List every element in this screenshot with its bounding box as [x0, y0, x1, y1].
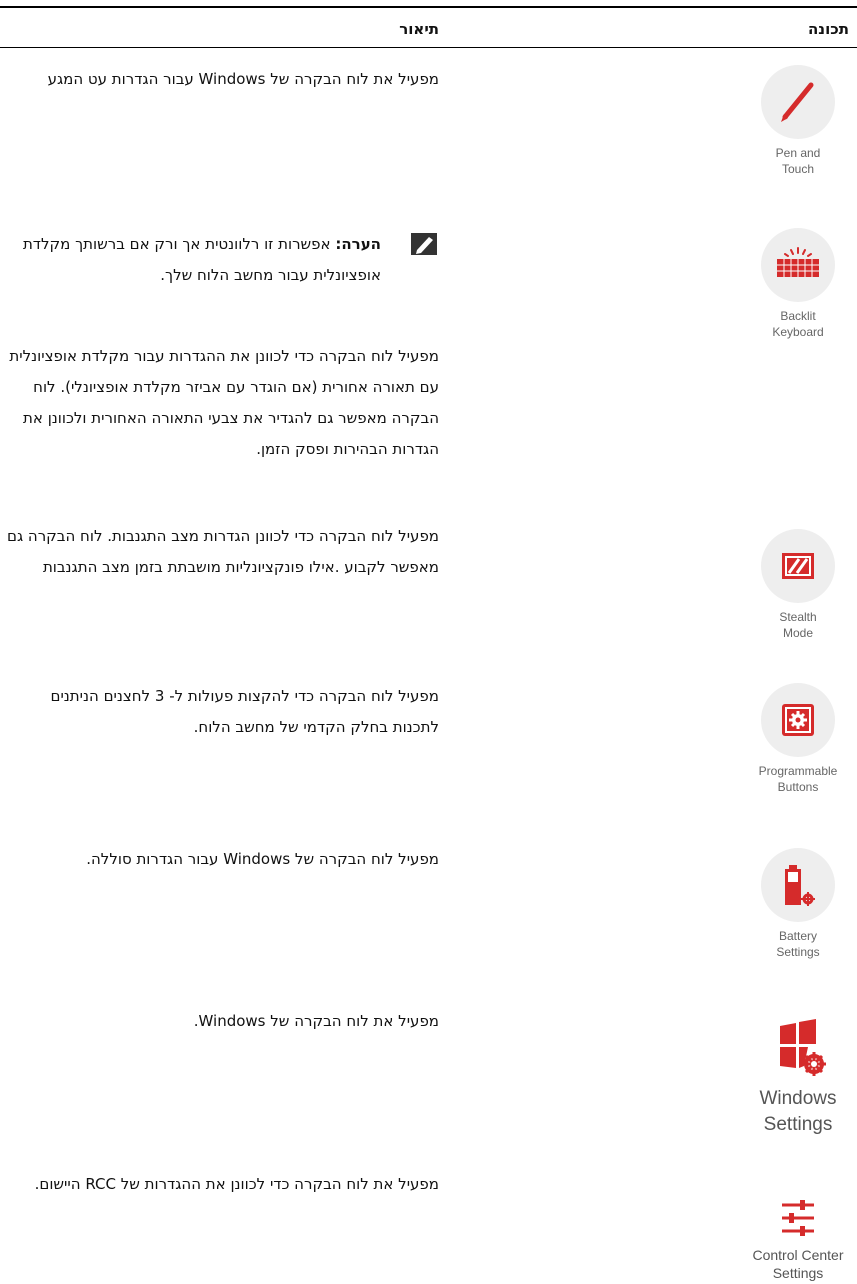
feature-backlit-keyboard[interactable]: Backlit Keyboard [728, 228, 857, 340]
feature-label: Windows Settings [759, 1088, 837, 1135]
gear-button-icon [761, 683, 835, 757]
description-battery-settings: מפעיל לוח הבקרה של Windows עבור הגדרות ס… [86, 850, 439, 868]
windows-gear-icon [756, 1018, 840, 1082]
note-pencil-icon [411, 233, 437, 255]
sliders-icon [756, 1196, 840, 1242]
feature-label: Control Center Settings [752, 1247, 844, 1281]
note-label: הערה: [335, 235, 381, 253]
header-description: תיאור [399, 20, 439, 38]
feature-label: Stealth Mode [779, 610, 817, 640]
top-rule [0, 6, 857, 8]
feature-stealth-mode[interactable]: Stealth Mode [728, 529, 857, 641]
note-text: אפשרות זו רלוונטית אך ורק אם ברשותך מקלד… [22, 235, 381, 284]
feature-label: Pen and Touch [775, 146, 821, 176]
feature-label: Battery Settings [776, 929, 820, 959]
description-programmable-buttons: מפעיל לוח הבקרה כדי להקצות פעולות ל- 3 ל… [50, 687, 439, 736]
feature-label: Backlit Keyboard [772, 309, 824, 339]
feature-control-center[interactable]: Control Center Settings [728, 1196, 857, 1282]
stealth-icon [761, 529, 835, 603]
feature-pen-touch[interactable]: Pen and Touch [728, 65, 857, 177]
header-feature: תכונה [808, 20, 849, 38]
description-control-center: מפעיל את לוח הבקרה כדי לכוונן את ההגדרות… [34, 1175, 439, 1193]
description-pen-touch: מפעיל את לוח הבקרה של Windows עבור הגדרו… [47, 70, 439, 88]
keyboard-icon [761, 228, 835, 302]
feature-windows-settings[interactable]: Windows Settings [728, 1018, 857, 1138]
description-backlit-keyboard: מפעיל לוח הבקרה כדי לכוונן את ההגדרות עב… [9, 347, 439, 458]
feature-programmable-buttons[interactable]: Programmable Buttons [728, 683, 857, 795]
description-stealth-mode: מפעיל לוח הבקרה כדי לכוונן הגדרות מצב הת… [7, 527, 439, 576]
pen-icon [761, 65, 835, 139]
feature-label: Programmable Buttons [758, 764, 838, 794]
header-rule [0, 47, 857, 48]
battery-icon [761, 848, 835, 922]
description-windows-settings: מפעיל את לוח הבקרה של Windows. [193, 1012, 439, 1030]
feature-battery-settings[interactable]: Battery Settings [728, 848, 857, 960]
